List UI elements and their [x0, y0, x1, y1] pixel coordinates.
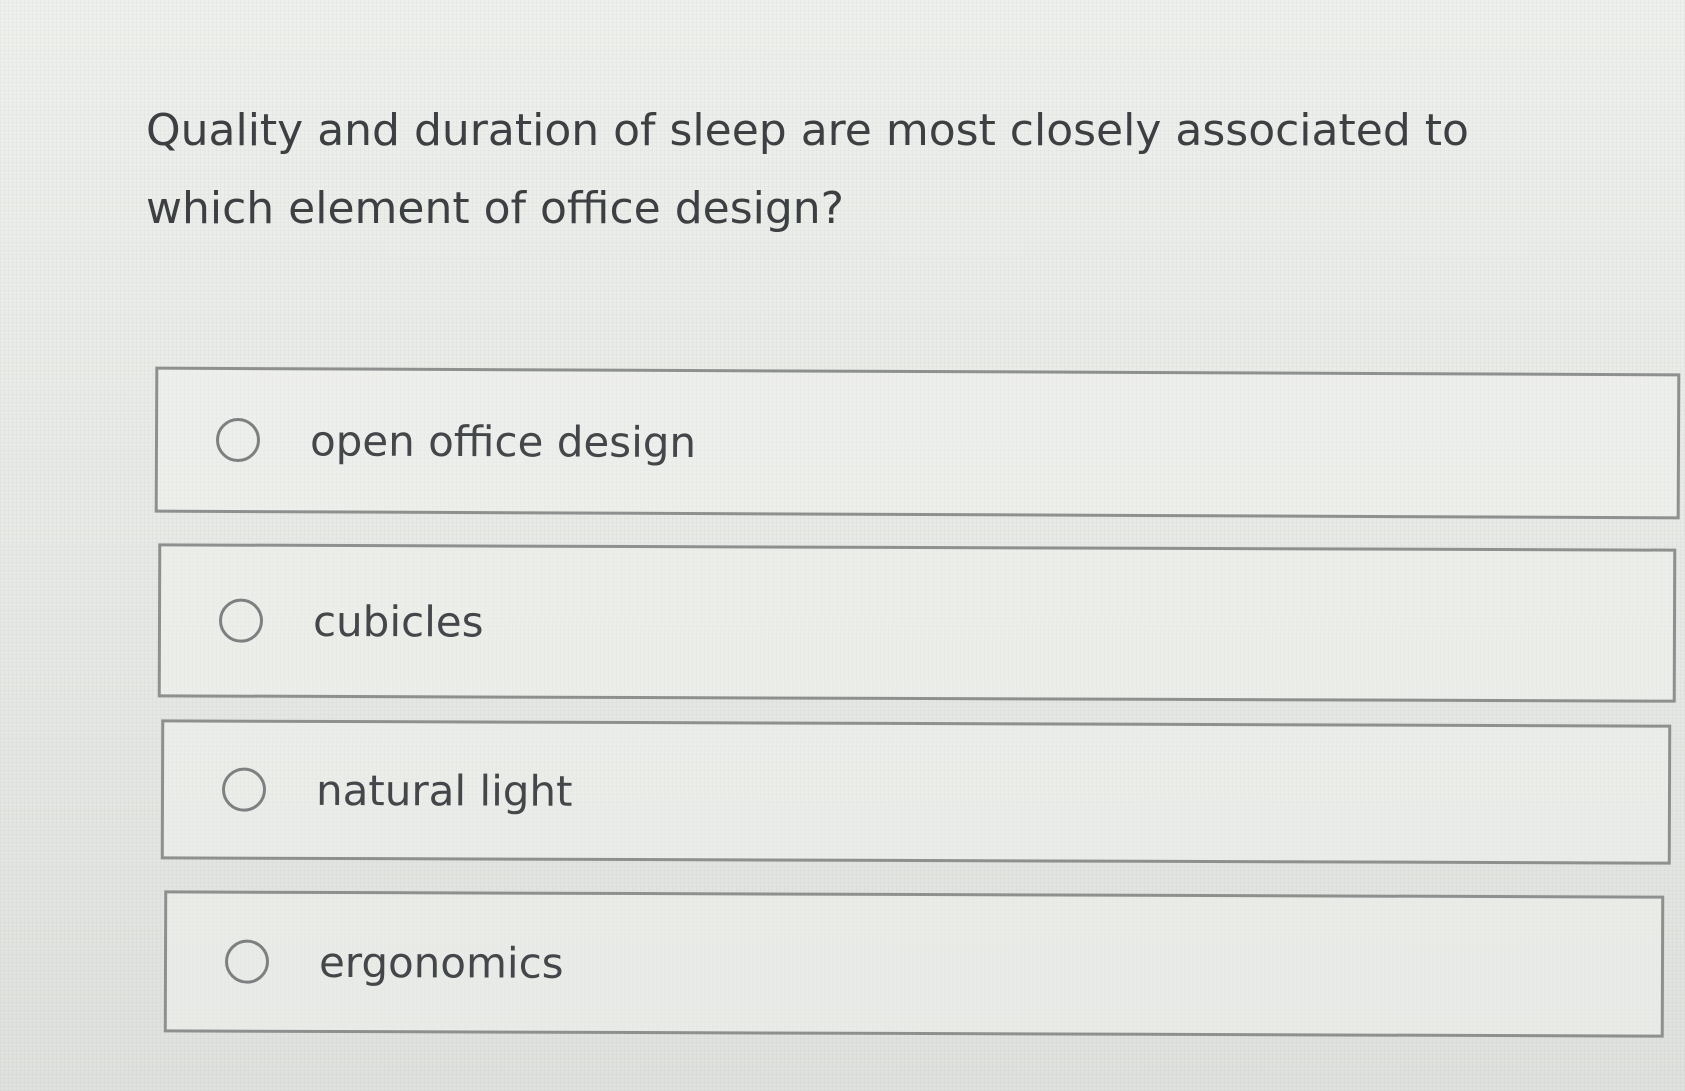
- option-label: natural light: [315, 765, 573, 816]
- option-label: ergonomics: [318, 937, 564, 988]
- radio-button-icon[interactable]: [221, 767, 267, 812]
- option-ergonomics[interactable]: ergonomics: [163, 890, 1665, 1038]
- option-natural-light[interactable]: natural light: [160, 719, 1672, 865]
- radio-button-icon[interactable]: [224, 939, 270, 984]
- option-open-office-design[interactable]: open office design: [154, 366, 1681, 520]
- option-cubicles[interactable]: cubicles: [157, 543, 1677, 703]
- answer-options: open office design cubicles natural ligh…: [0, 0, 1685, 1091]
- option-label: open office design: [309, 415, 697, 467]
- radio-button-icon[interactable]: [218, 598, 264, 643]
- option-label: cubicles: [312, 596, 484, 646]
- radio-button-icon[interactable]: [215, 417, 261, 463]
- screen-background: Quality and duration of sleep are most c…: [0, 0, 1685, 1091]
